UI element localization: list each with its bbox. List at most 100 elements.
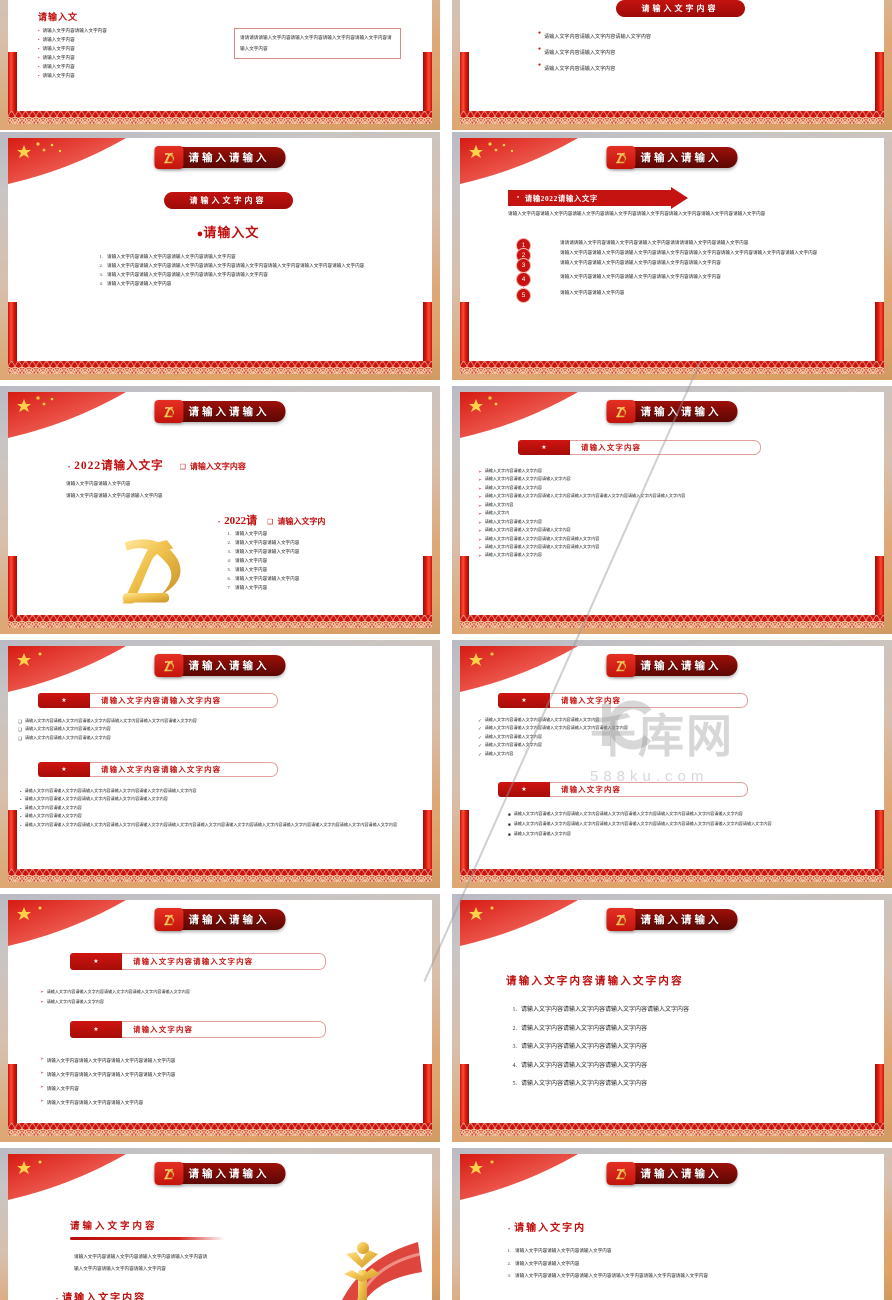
flag-corner-decoration bbox=[460, 900, 578, 946]
slide5-head-right: 请输入文字内容 bbox=[189, 462, 246, 471]
slide4-arrow-title: • 请输2022请输入文字 bbox=[508, 187, 692, 209]
list-item: ● 请输入文字内容请输入文字内容 bbox=[538, 46, 838, 61]
right-ribbon bbox=[875, 556, 884, 616]
list-item-text: 请输入文字内容请输入文字内容请输入文字内容 bbox=[46, 1099, 144, 1105]
list-item-text: 请输入文字内容 bbox=[235, 567, 268, 573]
slide4-step-timeline: 1 请请请请输入文字内容请输入文字内容请输入文字内容请请请请输入文字内容请输入文… bbox=[516, 238, 870, 304]
list-index: 1. bbox=[512, 1007, 518, 1013]
list-index: 3. bbox=[507, 1273, 511, 1279]
square-bullet-icon: ❑ bbox=[267, 518, 274, 526]
list-index: 3. bbox=[99, 272, 103, 278]
slide11-title: 请输入文字内容 bbox=[70, 1222, 158, 1232]
slide-thumbnail[interactable]: 请输入请输入 请输入文字内容请输入文字内容 1. 请输入文字内容请输入文字内容请输… bbox=[452, 894, 892, 1142]
bullet-dot-icon: • bbox=[517, 195, 520, 201]
check-icon: ✓ bbox=[478, 726, 482, 732]
chevron-right-icon: ➢ bbox=[478, 519, 482, 525]
list-index: 1. bbox=[227, 531, 231, 536]
right-ribbon bbox=[423, 810, 432, 870]
list-item: ● 请输入文字内容请输入文字内容 bbox=[538, 62, 838, 77]
list-item-text: 请输入文字内容请输入文字内容 bbox=[544, 66, 616, 73]
list-item-text: 请输入文字内容请输入文字内容请输入文字内容请输入文字内容请输入文字内容 bbox=[46, 989, 190, 994]
filled-square-icon: ■ bbox=[508, 822, 511, 828]
slide-thumbnail[interactable]: 请输入请输入 ★ 请输入文字内容请输入文字内容 ➢ 请输入文字内容请输入文字内容请… bbox=[0, 894, 440, 1142]
check-icon: ✓ bbox=[478, 751, 482, 757]
bullet-disc-icon: ● bbox=[538, 47, 542, 53]
list-item: 5. 请输入文字内容 bbox=[220, 566, 410, 574]
list-index: 4. bbox=[227, 558, 231, 564]
list-item-text: 请输入文字内容 bbox=[235, 558, 268, 564]
slide5-numbered-list: 1. 请输入文字内容 2. 请输入文字内容请输入文字内容 3. 请输入文字内容请输入文… bbox=[220, 530, 410, 592]
chevron-right-icon: ➢ bbox=[478, 494, 482, 500]
slide-thumbnail[interactable]: 请输入请输入 ★ 请输入文字内容 ➢ 请输入文字内容请输入文字内容 ➢ 请输入文字内… bbox=[452, 386, 892, 634]
list-item-text: 请输入文字内容请输入文字内容 bbox=[24, 804, 82, 810]
slide6-arrow-list: ➢ 请输入文字内容请输入文字内容 ➢ 请输入文字内容请输入文字内容请输入文字内容 ➢… bbox=[478, 468, 873, 559]
slide-thumbnail[interactable]: 请输入请输入 ★ 请输入文字内容 ✓ 请输入文字内容请输入文字内容请输入文字内容请… bbox=[452, 640, 892, 888]
party-emblem-icon bbox=[154, 146, 184, 169]
list-item-text: 请输入文字内容请输入文字内容 bbox=[484, 484, 542, 490]
list-item-text: 请输入文字内容请输入文字内容请输入文字内容请输入文字内容 bbox=[107, 254, 236, 259]
bullet-dot-icon: • bbox=[20, 797, 22, 803]
slide-canvas: 请输入请输入 ★ 请输入文字内容请输入文字内容 ➢ 请输入文字内容请输入文字内容请… bbox=[8, 900, 432, 1136]
chevron-right-icon: ➢ bbox=[40, 1083, 44, 1089]
banner-plaque: 请输入请输入 bbox=[154, 400, 286, 423]
slide-canvas: 请输入请输入 ★ 请输入文字内容 ✓ 请输入文字内容请输入文字内容请输入文字内容请… bbox=[460, 646, 884, 882]
list-item-text: 请输入文字内容请输入文字内容请输入文字内容请输入文字内容 bbox=[484, 543, 600, 549]
list-item-text: 请输入文字内容请输入文字内容 bbox=[484, 733, 542, 739]
slide-header-banner: 请输入请输入 bbox=[606, 654, 738, 677]
section-title-text: 请输入文字内容 bbox=[581, 443, 642, 452]
list-item-text: 请输入文字内容请输入文字内容请输入文字内容请输入文字内容请输入文字内容 bbox=[107, 272, 268, 278]
slide-thumbnail[interactable]: 请输入文 • 请输入文字内容请输入文字内容 • 请输入文字内容 • 请输入文字内容 •… bbox=[0, 0, 440, 130]
list-item-text: 请输入文字内容请输入文字内容 bbox=[235, 576, 300, 582]
slide-header-banner: 请输入请输入 bbox=[154, 400, 286, 423]
banner-title: 请输入请输入 bbox=[640, 153, 722, 164]
slide-canvas: 请输入文 • 请输入文字内容请输入文字内容 • 请输入文字内容 • 请输入文字内容 •… bbox=[8, 0, 432, 124]
check-icon: ✓ bbox=[478, 718, 482, 723]
list-index: 1. bbox=[99, 254, 103, 259]
slide-thumbnail[interactable]: 请输入请输入 • 2022请输入文字 ❑ 请输入文字内容 请输入文字内容请输入文… bbox=[0, 386, 440, 634]
bullet-dot-icon: • bbox=[38, 45, 40, 51]
list-index: 2. bbox=[227, 540, 231, 546]
party-emblem-icon bbox=[606, 654, 636, 677]
list-item: ➢ 请输入文字内容请输入文字内容 bbox=[478, 468, 873, 475]
slide-header-banner: 请输入请输入 bbox=[606, 400, 738, 423]
list-item-text: 请输入文字内容请输入文字内容请输入文字内容 bbox=[24, 734, 111, 740]
banner-title: 请输入请输入 bbox=[188, 407, 270, 418]
flag-corner-decoration bbox=[8, 138, 126, 184]
chevron-right-icon: ➢ bbox=[478, 477, 482, 483]
list-item-text: 请输入文字内容请输入文字内容请输入文字内容请输入文字内容请输入文字内容请输入文字… bbox=[484, 493, 686, 499]
slide-thumbnail[interactable]: 请输入请输入 • 请输入文字内 1. 请输入文字内容请输入文字内容请输入文字内容 … bbox=[452, 1148, 892, 1300]
right-ribbon bbox=[875, 1064, 884, 1124]
list-item-text: 请输入文字内容 bbox=[235, 531, 268, 536]
list-item: 4. 请输入文字内容 bbox=[220, 557, 410, 565]
slide6-section-heading: ★ 请输入文字内容 bbox=[518, 440, 761, 455]
right-ribbon bbox=[423, 52, 432, 112]
right-ribbon bbox=[875, 52, 884, 112]
left-ribbon bbox=[460, 556, 469, 616]
wave-footer bbox=[8, 615, 432, 628]
step-text: 请输入文字内容请输入文字内容请输入文字内容请输入文字内容请输入文字内容 bbox=[560, 273, 721, 279]
bullet-dot-icon: • bbox=[20, 814, 22, 820]
slide-thumbnail[interactable]: 请输入请输入 请输入文字内容 ●请输入文 1. 请输入文字内容请输入文字内容请输入… bbox=[0, 132, 440, 380]
step-number-badge: 4 bbox=[516, 271, 531, 287]
bullet-disc-icon: ● bbox=[538, 31, 542, 36]
gold-sculpture-decoration bbox=[342, 1242, 422, 1300]
slide-header-banner: 请输入请输入 bbox=[606, 908, 738, 931]
slide-thumbnail[interactable]: 请输入请输入 请输入文字内容 请输入文字内容请输入文字内容请输入文字内容请输入文… bbox=[0, 1148, 440, 1300]
list-item-text: 请输入文字内容请输入文字内容 bbox=[513, 831, 571, 837]
bullet-dot-icon: • bbox=[20, 822, 22, 828]
slide9-list-b: ➢ 请输入文字内容请输入文字内容请输入文字内容请输入文字内容 ➢ 请输入文字内容请输… bbox=[40, 1055, 420, 1108]
star-icon: ★ bbox=[38, 693, 90, 708]
slide9-list-a: ➢ 请输入文字内容请输入文字内容请输入文字内容请输入文字内容请输入文字内容 ➢ 请输… bbox=[40, 988, 420, 1007]
list-item: • 请输入文字内容请输入文字内容请输入文字内容请输入文字内容请输入文字内容请输入文… bbox=[20, 788, 432, 795]
step-number-badge: 5 bbox=[516, 288, 531, 304]
list-item: ❑ 请输入文字内容请输入文字内容请输入文字内容请输入文字内容请输入文字内容请输入文… bbox=[18, 718, 432, 725]
slide3-pill-title: 请输入文字内容 bbox=[163, 192, 293, 209]
list-index: 7. bbox=[227, 585, 231, 591]
slide-thumbnail[interactable]: 请输入文字内容 ● 请输入文字内容请输入文字内容请输入文字内容 ● 请输入文字内容请… bbox=[452, 0, 892, 130]
banner-plaque: 请输入请输入 bbox=[606, 146, 738, 169]
arrow-body: • 请输2022请输入文字 bbox=[508, 190, 671, 206]
slide-thumbnail[interactable]: 请输入请输入 • 请输2022请输入文字 请输入文字内容请输入文字内容请输入文字… bbox=[452, 132, 892, 380]
slide-thumbnail[interactable]: 请输入请输入 ★ 请输入文字内容请输入文字内容 ❑ 请输入文字内容请输入文字内容请… bbox=[0, 640, 440, 888]
list-item-text: 请输入文字内容请输入文字内容请输入文字内容 bbox=[24, 726, 111, 732]
banner-plaque: 请输入请输入 bbox=[606, 908, 738, 931]
